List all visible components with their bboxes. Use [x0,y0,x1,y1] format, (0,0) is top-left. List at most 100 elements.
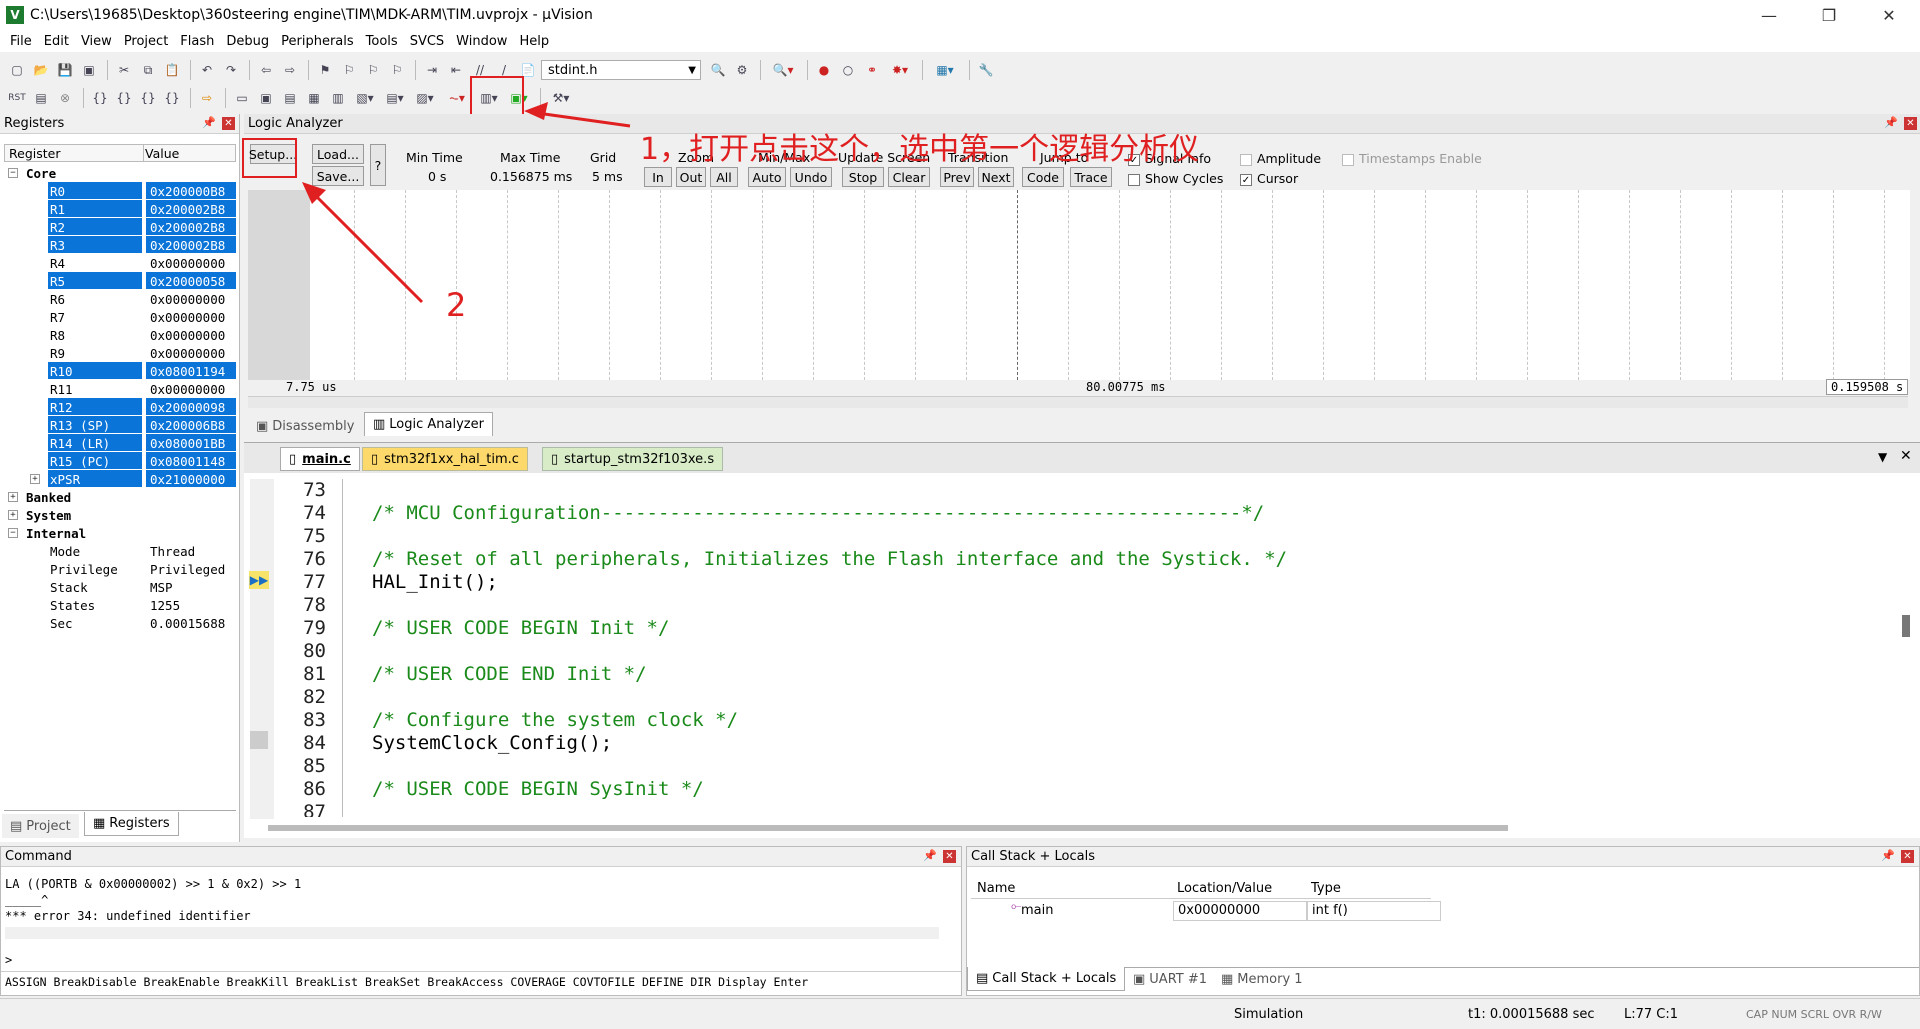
zoom-out-button[interactable]: Out [676,167,706,187]
editor-vscroll-thumb[interactable] [1902,615,1910,637]
breakpoint-icon[interactable]: ● [813,59,835,81]
breakpoint-disable-all-icon[interactable]: ⚭ [861,59,883,81]
configure-icon[interactable]: 🔧 [975,59,997,81]
undo-icon[interactable]: ↶ [196,59,218,81]
prev-button[interactable]: Prev [940,167,974,187]
bookmark-clear-icon[interactable]: ⚐ [386,59,408,81]
pin-icon[interactable]: 📌 [1884,116,1898,129]
nav-back-icon[interactable]: ⇦ [255,59,277,81]
collapse-icon[interactable]: − [8,168,18,178]
pin-icon[interactable]: 📌 [202,116,216,129]
register-row[interactable]: Privilege Privileged [4,560,236,578]
register-row[interactable]: R8 0x00000000 [4,326,236,344]
code-button[interactable]: Code [1022,167,1064,187]
save-button[interactable]: Save... [312,166,364,186]
waveform-area[interactable] [310,190,1910,380]
analysis-window-icon[interactable]: ⏦▾ [441,87,473,109]
cut-icon[interactable]: ✂ [113,59,135,81]
menu-project[interactable]: Project [118,34,174,49]
register-row[interactable]: + xPSR 0x21000000 [4,470,236,488]
menu-view[interactable]: View [75,34,118,49]
code-line[interactable]: 75 [274,525,1894,548]
copy-icon[interactable]: ⧉ [137,59,159,81]
code-line[interactable]: 85 [274,755,1894,778]
close-button[interactable]: ✕ [1860,0,1918,30]
editor-hscroll-thumb[interactable] [268,825,1508,831]
register-row[interactable]: R6 0x00000000 [4,290,236,308]
code-line[interactable]: 83 /* Configure the system clock */ [274,709,1894,732]
save-icon[interactable]: 💾 [54,59,76,81]
register-row[interactable]: Mode Thread [4,542,236,560]
tab-main-c[interactable]: ▯ main.c [280,447,360,471]
breakpoint-disable-icon[interactable]: ○ [837,59,859,81]
amplitude-checkbox[interactable]: Amplitude [1240,151,1321,166]
register-row[interactable]: − Core [4,164,236,182]
command-scrollbar[interactable] [5,927,939,939]
breakpoint-gutter[interactable] [250,479,274,819]
unindent-icon[interactable]: ⇤ [445,59,467,81]
register-row[interactable]: R13 (SP) 0x200006B8 [4,416,236,434]
show-next-statement-icon[interactable]: ⇨ [196,87,218,109]
paste-icon[interactable]: 📋 [161,59,183,81]
reset-icon[interactable]: RST [6,87,28,109]
menu-window[interactable]: Window [450,34,513,49]
bookmark-prev-icon[interactable]: ⚐ [338,59,360,81]
callstack-row[interactable]: ⟜ main 0x00000000 int f() [971,899,1441,921]
register-row[interactable]: R9 0x00000000 [4,344,236,362]
register-row[interactable]: R14 (LR) 0x080001BB [4,434,236,452]
step-into-icon[interactable]: {} [89,87,111,109]
indent-icon[interactable]: ⇥ [421,59,443,81]
register-row[interactable]: R2 0x200002B8 [4,218,236,236]
new-file-icon[interactable]: ▢ [6,59,28,81]
next-button[interactable]: Next [978,167,1014,187]
code-line[interactable]: 79 /* USER CODE BEGIN Init */ [274,617,1894,640]
toolbox-icon[interactable]: ⚒▾ [546,87,576,109]
register-row[interactable]: R0 0x200000B8 [4,182,236,200]
register-row[interactable]: R12 0x20000098 [4,398,236,416]
waveform-scrollbar[interactable] [248,396,1908,408]
tab-hal-tim[interactable]: ▯ stm32f1xx_hal_tim.c [362,447,528,471]
command-prompt[interactable]: > [5,953,12,967]
code-line[interactable]: 86 /* USER CODE BEGIN SysInit */ [274,778,1894,801]
menu-debug[interactable]: Debug [220,34,275,49]
serial-window-icon[interactable]: ▨▾ [411,87,439,109]
tab-registers[interactable]: ▦ Registers [84,812,179,836]
register-row[interactable]: R10 0x08001194 [4,362,236,380]
tab-list-icon[interactable]: ▼ [1878,450,1887,464]
save-all-icon[interactable]: ▣ [78,59,100,81]
clear-button[interactable]: Clear [888,167,930,187]
tab-disassembly[interactable]: ▣ Disassembly [248,414,362,438]
help-button[interactable]: ? [370,144,386,186]
register-row[interactable]: Stack MSP [4,578,236,596]
register-row[interactable]: + Banked [4,488,236,506]
code-line[interactable]: 80 [274,640,1894,663]
zoom-in-button[interactable]: In [644,167,672,187]
command-window-icon[interactable]: ▭ [231,87,253,109]
code-line[interactable]: 84 SystemClock_Config(); [274,732,1894,755]
run-icon[interactable]: ▤ [30,87,52,109]
incremental-find-icon[interactable]: ⚙ [731,59,753,81]
step-out-icon[interactable]: {} [137,87,159,109]
code-line[interactable]: 73 [274,479,1894,502]
tab-callstack[interactable]: ▤ Call Stack + Locals [967,967,1126,991]
cursor-checkbox[interactable]: ✓ Cursor [1240,171,1298,186]
redo-icon[interactable]: ↷ [220,59,242,81]
zoom-all-button[interactable]: All [710,167,738,187]
run-to-cursor-icon[interactable]: {} [161,87,183,109]
code-line[interactable]: 74 /* MCU Configuration------------------… [274,502,1894,525]
step-over-icon[interactable]: {} [113,87,135,109]
debug-session-icon[interactable]: 🔍▾ [766,59,800,81]
stop-icon[interactable]: ⊗ [54,87,76,109]
code-area[interactable]: 73 74 /* MCU Configuration----------------… [274,479,1894,817]
expand-icon[interactable]: + [30,474,40,484]
callstack-window-icon[interactable]: ▥ [327,87,349,109]
bookmark-next-icon[interactable]: ⚐ [362,59,384,81]
close-panel-button[interactable]: ✕ [222,117,235,130]
register-row[interactable]: R3 0x200002B8 [4,236,236,254]
expand-icon[interactable]: + [8,510,18,520]
register-row[interactable]: R1 0x200002B8 [4,200,236,218]
menu-help[interactable]: Help [513,34,555,49]
collapse-icon[interactable]: − [8,528,18,538]
register-row[interactable]: − Internal [4,524,236,542]
auto-button[interactable]: Auto [748,167,786,187]
